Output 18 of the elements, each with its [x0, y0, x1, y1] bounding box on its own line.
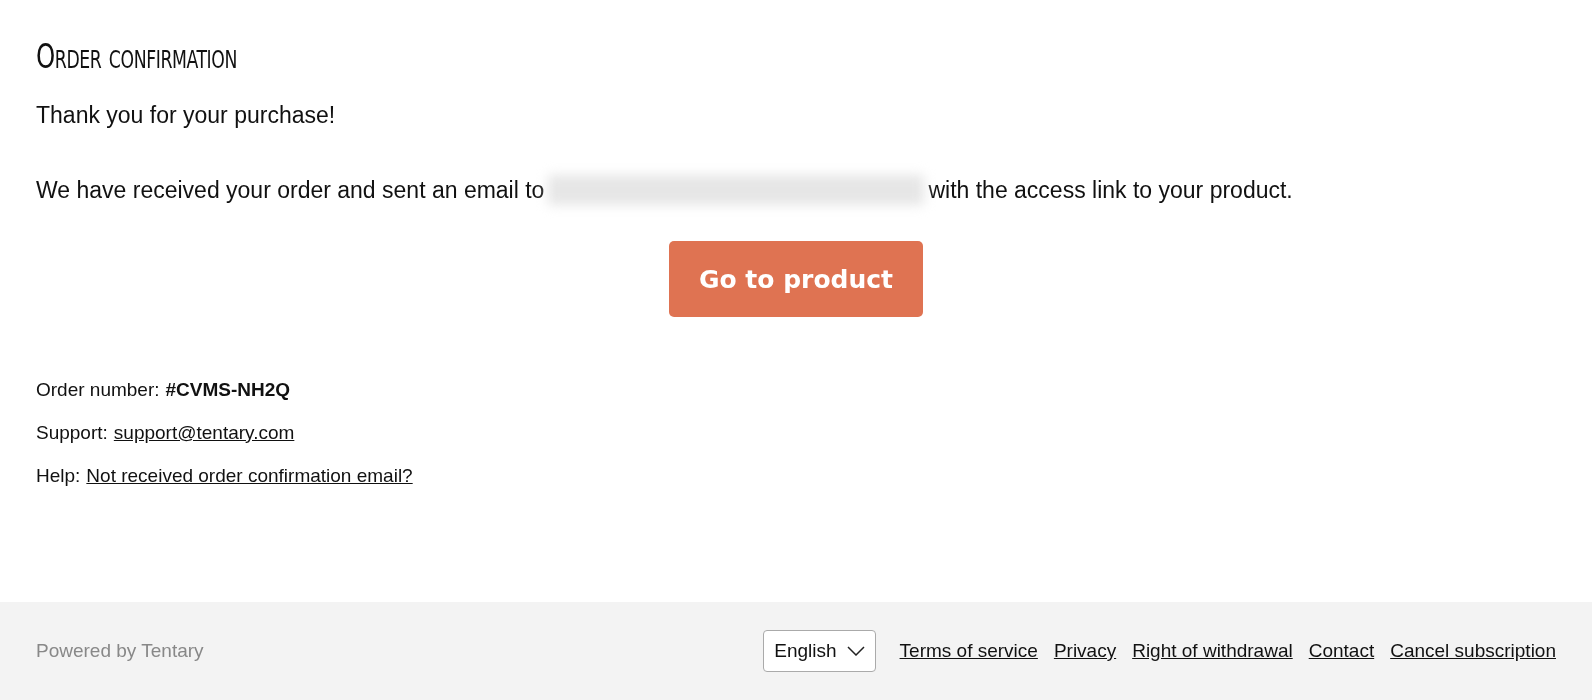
- detail-label: Support:: [36, 422, 108, 444]
- message-text: with the access link to your product.: [928, 176, 1293, 204]
- detail-label: Help:: [36, 465, 81, 487]
- message-text: We have received your order and sent an email to: [36, 176, 545, 204]
- detail-link[interactable]: Not received order confirmation email?: [86, 465, 413, 487]
- footer-link[interactable]: Terms of service: [899, 640, 1038, 662]
- detail-link[interactable]: support@tentary.com: [113, 422, 295, 444]
- page-title: Order confirmation: [36, 36, 238, 76]
- footer-link[interactable]: Privacy: [1053, 640, 1117, 662]
- footer-link[interactable]: Cancel subscription: [1390, 640, 1556, 662]
- thank-you-message: Thank you for your purchase!: [36, 102, 337, 129]
- footer-link[interactable]: Right of withdrawal: [1132, 640, 1293, 662]
- footer-link[interactable]: Contact: [1308, 640, 1375, 662]
- order-number: #CVMS-NH2Q: [165, 379, 291, 401]
- powered-by-text: Powered by Tentary: [36, 640, 204, 662]
- language-select[interactable]: English: [763, 630, 876, 672]
- chevron-down-icon: [846, 646, 865, 656]
- detail-label: Order number:: [36, 379, 160, 401]
